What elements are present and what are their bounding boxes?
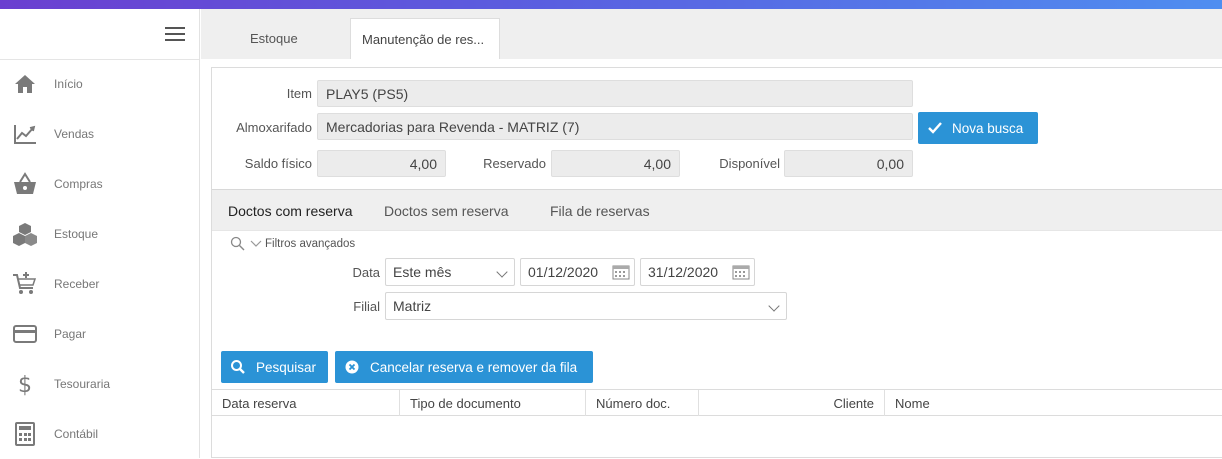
credit-card-icon [11,320,39,348]
home-icon [11,70,39,98]
sidebar-item-vendas[interactable]: Vendas [0,109,199,159]
data-label: Data [352,265,380,280]
saldo-fisico-label: Saldo físico [244,156,312,171]
boxes-icon [11,220,39,248]
column-tipo-documento[interactable]: Tipo de documento [400,390,586,416]
filial-select[interactable]: Matriz [385,292,787,320]
sidebar-item-label: Compras [54,177,103,191]
sidebar-item-label: Contábil [54,427,99,441]
item-field[interactable]: PLAY5 (PS5) [317,80,913,107]
search-icon [231,360,245,374]
sidebar-item-pagar[interactable]: Pagar [0,309,199,359]
hamburger-menu-icon[interactable] [163,25,187,43]
filial-label: Filial [353,299,380,314]
nova-busca-button[interactable]: Nova busca [918,112,1038,144]
tab-fila-de-reservas[interactable]: Fila de reservas [550,190,650,232]
top-accent-bar [0,0,1222,9]
sidebar-item-label: Receber [54,277,100,291]
sidebar-item-estoque[interactable]: Estoque [0,209,199,259]
tab-estoque[interactable]: Estoque [231,18,341,59]
date-from-input[interactable]: 01/12/2020 [520,258,635,286]
sidebar-item-label: Início [54,77,83,91]
sidebar-item-label: Tesouraria [54,377,111,391]
column-cliente[interactable]: Cliente [699,390,885,416]
chart-line-icon [11,120,39,148]
sidebar-item-compras[interactable]: Compras [0,159,199,209]
cart-plus-icon [11,270,39,298]
basket-icon [11,170,39,198]
nova-busca-label: Nova busca [952,120,1024,136]
tab-doctos-com-reserva[interactable]: Doctos com reserva [228,190,352,232]
column-data-reserva[interactable]: Data reserva [212,390,400,416]
period-select[interactable]: Este mês [385,258,515,286]
calendar-icon[interactable] [612,264,630,280]
reservado-label: Reservado [483,156,546,171]
sidebar-item-contabil[interactable]: Contábil [0,409,199,459]
calendar-icon[interactable] [732,264,750,280]
tab-doctos-sem-reserva[interactable]: Doctos sem reserva [384,190,508,232]
chevron-down-icon [250,240,262,247]
sidebar-item-label: Estoque [54,227,99,241]
table-header: Data reserva Tipo de documento Número do… [212,389,1222,416]
chevron-down-icon [768,300,780,312]
sidebar-item-tesouraria[interactable]: $ Tesouraria [0,359,199,409]
column-nome[interactable]: Nome [885,390,1222,416]
close-circle-icon [345,360,359,374]
chevron-down-icon [496,266,508,278]
tab-bar: Estoque Manutenção de res... [201,9,1222,59]
advanced-filters-toggle[interactable]: Filtros avançados [230,235,355,253]
advanced-filters-label: Filtros avançados [265,238,356,250]
saldo-fisico-field: 4,00 [317,150,446,177]
period-select-value: Este mês [393,264,452,280]
date-from-value: 01/12/2020 [528,264,599,280]
disponivel-field: 0,00 [784,150,913,177]
pesquisar-button[interactable]: Pesquisar [221,351,328,383]
cancelar-reserva-label: Cancelar reserva e remover da fila [370,359,578,375]
check-icon [928,122,942,134]
sub-tab-bar: Doctos com reserva Doctos sem reserva Fi… [212,189,1222,231]
date-to-input[interactable]: 31/12/2020 [640,258,755,286]
tab-manutencao-reserva[interactable]: Manutenção de res... [350,18,500,59]
item-label: Item [286,86,312,101]
filial-select-value: Matriz [393,298,432,314]
cancelar-reserva-button[interactable]: Cancelar reserva e remover da fila [335,351,593,383]
almoxarifado-field[interactable]: Mercadorias para Revenda - MATRIZ (7) [317,113,913,140]
calculator-icon [11,420,39,448]
date-to-value: 31/12/2020 [648,264,719,280]
almoxarifado-label: Almoxarifado [236,120,312,135]
reservado-field: 4,00 [551,150,680,177]
disponivel-label: Disponível [719,156,780,171]
sidebar-item-inicio[interactable]: Início [0,59,199,109]
main-panel: Item PLAY5 (PS5) Almoxarifado Mercadoria… [211,67,1222,458]
sidebar: Início Vendas Compras Estoque Receber Pa… [0,9,200,458]
sidebar-item-label: Vendas [54,127,95,141]
sidebar-item-label: Pagar [54,327,87,341]
column-numero-doc[interactable]: Número doc. [586,390,699,416]
svg-text:$: $ [18,373,32,397]
pesquisar-label: Pesquisar [256,359,317,375]
dollar-icon: $ [11,370,39,398]
search-icon [230,236,245,251]
sidebar-item-receber[interactable]: Receber [0,259,199,309]
